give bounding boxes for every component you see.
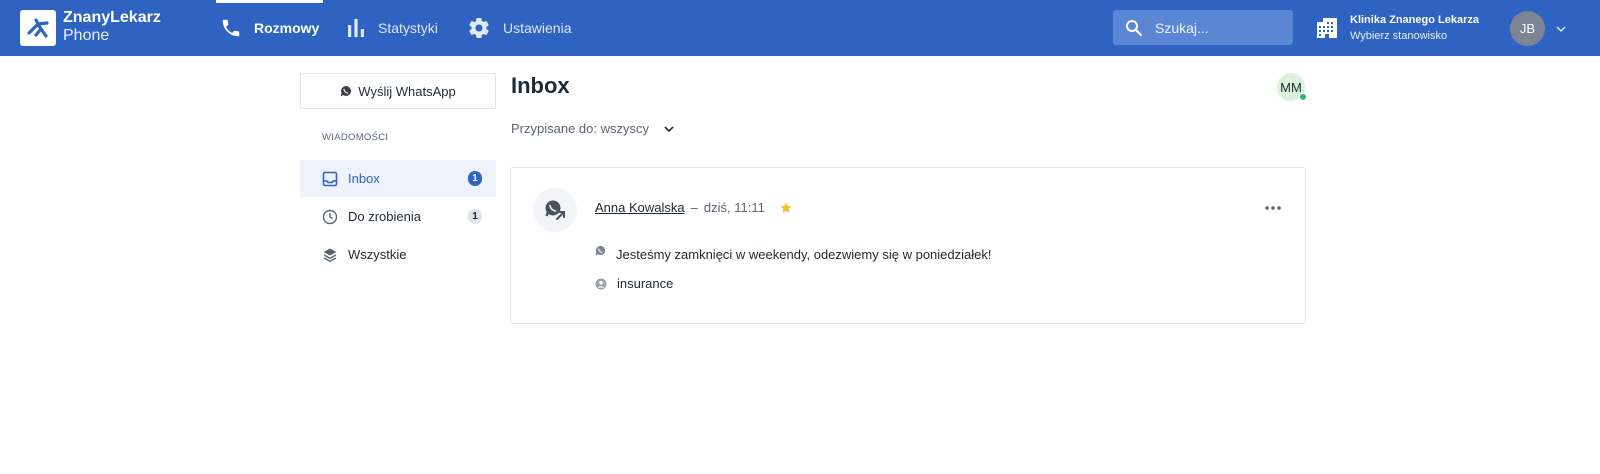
contact-tag-text: insurance xyxy=(617,276,674,291)
sidebar-item-label: Do zrobienia xyxy=(348,209,421,224)
sidebar-item-inbox[interactable]: Inbox 1 xyxy=(300,160,496,197)
brand-name: ZnanyLekarz xyxy=(63,9,161,26)
conversation-card[interactable]: Anna Kowalska – dziś, 11:11 Jesteśmy zam… xyxy=(510,167,1306,324)
znanylekarz-logo[interactable] xyxy=(20,10,56,46)
separator: – xyxy=(690,200,698,215)
section-label-messages: WIADOMOŚCI xyxy=(322,132,389,143)
send-whatsapp-label: Wyślij WhatsApp xyxy=(358,83,456,99)
assignee-filter-dropdown[interactable]: Przypisane do: wszyscy xyxy=(511,121,675,136)
whatsapp-icon xyxy=(595,245,606,256)
brand: ZnanyLekarz Phone xyxy=(63,9,161,45)
user-menu[interactable]: JB xyxy=(1510,11,1567,46)
conversation-time: dziś, 11:11 xyxy=(703,200,765,215)
unread-count-badge: 1 xyxy=(468,171,482,186)
sidebar-item-do-zrobienia[interactable]: Do zrobienia 1 xyxy=(300,198,496,235)
layers-icon xyxy=(322,247,338,263)
assignee-avatar[interactable]: MM xyxy=(1277,73,1307,101)
clinic-name: Klinika Znanego Lekarza xyxy=(1350,14,1479,26)
sidebar-item-label: Wszystkie xyxy=(348,247,407,262)
search-icon xyxy=(1125,19,1143,37)
nav-rozmowy-label: Rozmowy xyxy=(254,20,320,36)
nav-rozmowy[interactable]: Rozmowy xyxy=(215,0,324,56)
chevron-down-icon[interactable] xyxy=(1555,23,1567,35)
whatsapp-outgoing-icon xyxy=(545,200,565,220)
nav-ustawienia-label: Ustawienia xyxy=(503,20,572,36)
message-preview: Jesteśmy zamknięci w weekendy, odezwiemy… xyxy=(595,245,992,262)
send-whatsapp-button[interactable]: Wyślij WhatsApp xyxy=(300,73,496,109)
conversation-header: Anna Kowalska – dziś, 11:11 xyxy=(595,200,793,215)
user-avatar[interactable]: JB xyxy=(1510,11,1545,46)
star-icon[interactable] xyxy=(779,201,793,215)
chevron-down-icon xyxy=(663,123,675,135)
search-input[interactable] xyxy=(1155,19,1275,36)
brand-subtitle: Phone xyxy=(63,27,110,44)
bar-chart-icon xyxy=(346,18,366,38)
sidebar-item-label: Inbox xyxy=(348,171,380,186)
phone-icon xyxy=(220,17,242,39)
sidebar-item-wszystkie[interactable]: Wszystkie xyxy=(300,236,496,273)
conversation-type-icon xyxy=(533,188,577,232)
building-icon xyxy=(1316,17,1338,39)
contact-tag-row: insurance xyxy=(595,276,673,291)
clinic-text: Klinika Znanego Lekarza Wybierz stanowis… xyxy=(1350,12,1479,44)
assignee-filter-label: Przypisane do: wszyscy xyxy=(511,121,649,136)
nav-statystyki-label: Statystyki xyxy=(378,20,438,36)
nav-statystyki[interactable]: Statystyki xyxy=(346,0,438,56)
whatsapp-icon xyxy=(340,85,352,97)
logo-icon xyxy=(27,18,49,38)
online-status-dot xyxy=(1299,93,1307,101)
user-circle-icon xyxy=(595,278,607,290)
more-options-button[interactable] xyxy=(1261,198,1285,218)
page-title: Inbox xyxy=(511,73,570,98)
message-text: Jesteśmy zamknięci w weekendy, odezwiemy… xyxy=(616,247,992,262)
clinic-selector[interactable]: Klinika Znanego Lekarza Wybierz stanowis… xyxy=(1316,12,1479,44)
clinic-subtitle: Wybierz stanowisko xyxy=(1350,30,1448,42)
search-box[interactable] xyxy=(1113,10,1293,45)
assignee-initials: MM xyxy=(1280,79,1302,95)
contact-name-link[interactable]: Anna Kowalska xyxy=(595,200,685,215)
inbox-icon xyxy=(322,171,338,187)
more-horizontal-icon xyxy=(1265,206,1281,210)
gear-icon xyxy=(467,16,491,40)
nav-ustawienia[interactable]: Ustawienia xyxy=(467,0,571,56)
top-bar: ZnanyLekarz Phone Rozmowy Statystyki Ust… xyxy=(0,0,1600,56)
todo-count-badge: 1 xyxy=(468,209,482,224)
clock-icon xyxy=(322,209,338,225)
